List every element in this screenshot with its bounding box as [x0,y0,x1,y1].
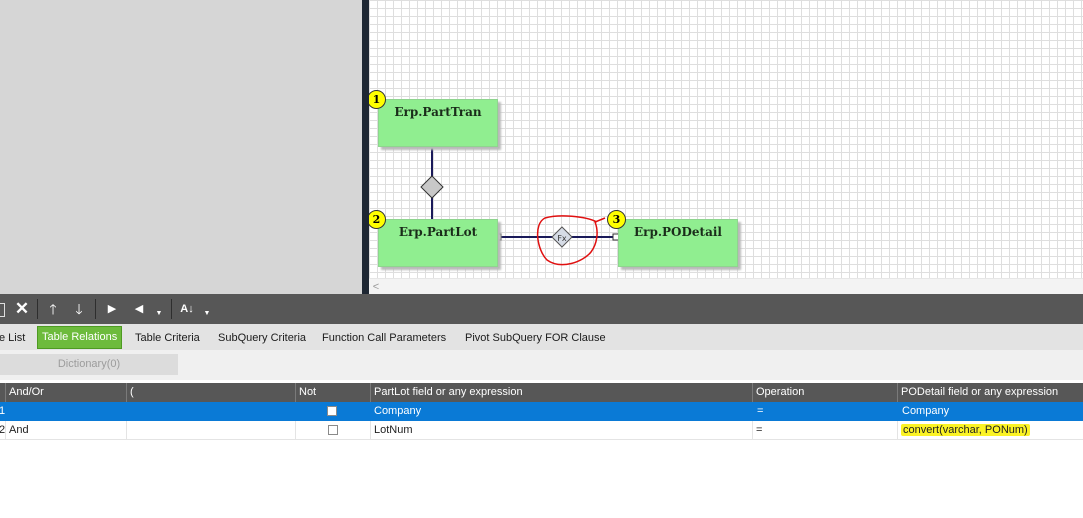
table-node-parttran[interactable]: Erp.PartTran [378,99,498,147]
cell-operation[interactable]: = [752,421,897,440]
cell-not[interactable] [295,402,370,421]
cell-paren[interactable] [126,421,295,440]
not-checkbox[interactable] [327,406,337,416]
tab-table-relations[interactable]: Table Relations [37,326,123,349]
tab-pivot-subquery[interactable]: Pivot SubQuery FOR Clause [465,328,606,349]
table-node-title: Erp.PODetail [634,225,722,239]
column-header-not[interactable]: Not [295,383,370,402]
cell-andor[interactable] [5,402,126,421]
move-down-icon[interactable]: 🡓 [68,297,90,321]
query-designer-canvas[interactable]: Fx Erp.PartTran 1 Erp.PartLot 2 Erp.PODe… [369,0,1083,278]
move-up-icon[interactable]: 🡑 [42,297,64,321]
table-node-title: Erp.PartTran [394,105,482,119]
grid-header: And/Or ( Not PartLot field or any expres… [0,383,1083,402]
table-node-partlot[interactable]: Erp.PartLot [378,219,498,267]
column-header-andor[interactable]: And/Or [5,383,126,402]
scroll-left-icon[interactable]: < [371,280,381,294]
cell-left-field[interactable]: Company [371,402,752,421]
next-icon[interactable]: ▶ [101,297,123,321]
tab-table-list[interactable]: e List [0,328,25,349]
tab-subquery-criteria[interactable]: SubQuery Criteria [218,328,306,349]
table-row[interactable]: 2 And LotNum = convert(varchar, PONum) [0,421,1083,440]
sort-az-icon[interactable]: A↓ [176,297,198,321]
fx-label: Fx [557,234,567,243]
highlighted-expression: convert(varchar, PONum) [901,424,1030,436]
column-header-paren[interactable]: ( [126,383,295,402]
tab-function-call-parameters[interactable]: Function Call Parameters [322,328,446,349]
tab-strip: e List Table Relations Table Criteria Su… [0,324,1083,350]
table-row[interactable]: 1 Company = Company [0,402,1083,421]
delete-icon[interactable]: ✕ [11,297,33,321]
dropdown-arrow-icon[interactable]: ▼ [148,302,170,326]
join-diamond-icon[interactable] [420,175,444,199]
table-node-podetail[interactable]: Erp.PODetail [618,219,738,267]
tab-dictionary[interactable]: Dictionary(0) [0,354,178,375]
horizontal-scrollbar[interactable]: < [369,278,1083,295]
table-node-title: Erp.PartLot [398,225,478,239]
previous-icon[interactable]: ◀ [128,297,150,321]
column-header-operation[interactable]: Operation [752,383,897,402]
red-annotation-circle [536,215,606,266]
sub-tab-strip: Dictionary(0) [0,350,1083,380]
cell-right-field[interactable]: Company [899,402,1083,421]
tab-table-criteria[interactable]: Table Criteria [135,328,200,349]
cell-left-field[interactable]: LotNum [370,421,752,440]
toolbar-partial-icon [0,303,5,317]
dropdown-arrow-icon[interactable]: ▼ [196,302,218,326]
cell-paren[interactable] [126,402,295,421]
not-checkbox[interactable] [328,425,338,435]
grid-toolbar: ✕ 🡑 🡓 ▶ ◀ ▼ A↓ ▼ [0,294,1083,324]
table-order-badge: 3 [607,210,626,229]
toolbar-separator [95,299,96,319]
cell-andor[interactable]: And [5,421,126,440]
column-header-right-field[interactable]: PODetail field or any expression [897,383,1083,402]
panel-splitter[interactable] [362,0,369,294]
toolbar-separator [37,299,38,319]
cell-not[interactable] [295,421,370,440]
column-header-left-field[interactable]: PartLot field or any expression [370,383,752,402]
cell-right-field[interactable]: convert(varchar, PONum) [897,421,1083,440]
left-panel [0,0,362,294]
cell-operation[interactable]: = [754,402,897,421]
toolbar-separator [171,299,172,319]
